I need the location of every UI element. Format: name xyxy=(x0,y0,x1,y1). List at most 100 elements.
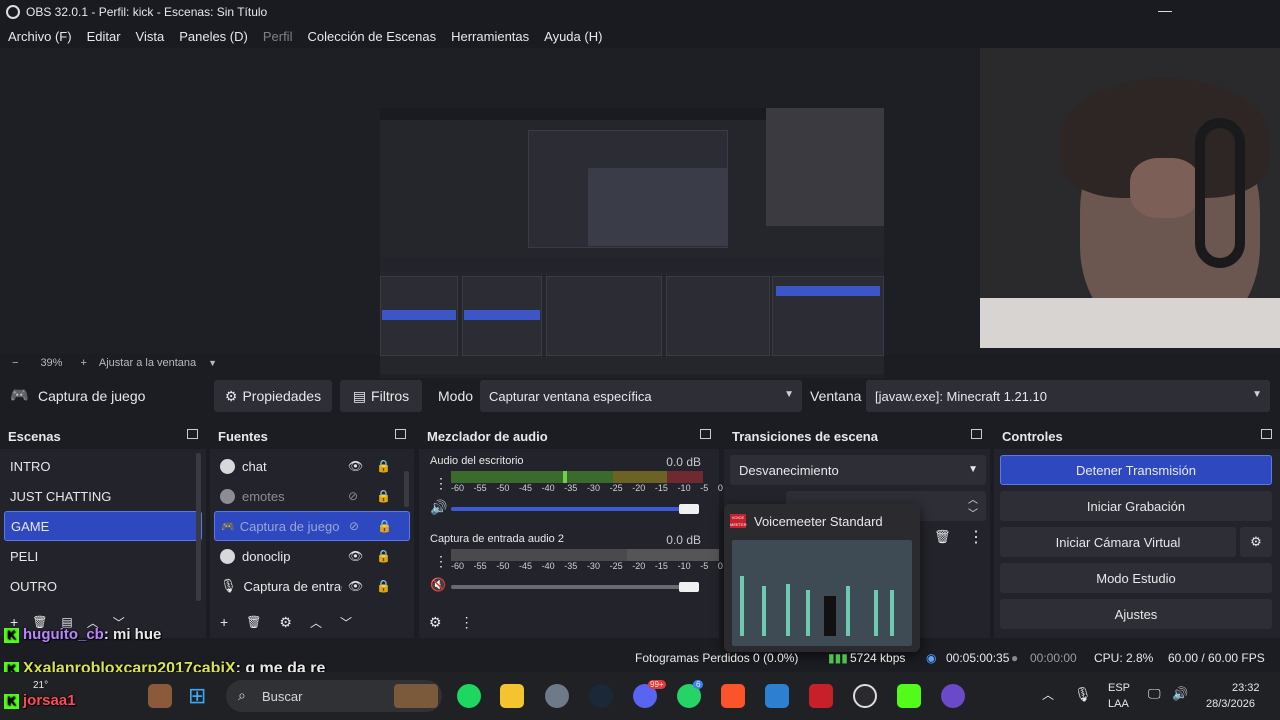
eye-hidden-icon[interactable]: ⊘ xyxy=(348,489,358,503)
brave-icon[interactable] xyxy=(721,684,745,708)
mode-select[interactable]: Capturar ventana específica ▼ xyxy=(480,380,802,412)
menu-perfil[interactable]: Perfil xyxy=(263,29,293,44)
undock-icon[interactable] xyxy=(395,429,406,439)
source-item-chat[interactable]: chat 👁 🔒 xyxy=(210,451,414,481)
gear-icon[interactable]: ⚙ xyxy=(429,614,442,631)
undock-icon[interactable] xyxy=(700,429,711,439)
steam-icon[interactable] xyxy=(589,684,613,708)
undock-icon[interactable] xyxy=(971,429,982,439)
menu-herramientas[interactable]: Herramientas xyxy=(451,29,529,44)
windows-start-icon[interactable]: ⊞ xyxy=(188,684,206,708)
speaker-icon[interactable]: 🔊 xyxy=(430,499,447,516)
minimize-button[interactable]: — xyxy=(1158,2,1172,18)
volume-slider[interactable] xyxy=(451,507,691,511)
volume-slider[interactable] xyxy=(451,585,691,589)
add-source-icon[interactable]: + xyxy=(220,614,228,630)
zoom-in-button[interactable]: + xyxy=(80,357,86,369)
muted-speaker-icon[interactable]: 🔇 xyxy=(430,577,446,593)
menu-editar[interactable]: Editar xyxy=(87,29,121,44)
volume-meter xyxy=(451,471,719,483)
weather-temp[interactable]: 21° xyxy=(33,680,48,691)
voicemeeter-taskbar-icon[interactable] xyxy=(809,684,833,708)
menu-paneles[interactable]: Paneles (D) xyxy=(179,29,248,44)
clock-time[interactable]: 23:32 xyxy=(1232,682,1260,694)
trash-icon[interactable]: 🗑 xyxy=(246,615,261,629)
spotify-icon[interactable] xyxy=(457,684,481,708)
lock-icon[interactable]: 🔒 xyxy=(377,519,392,533)
sources-footer: + 🗑 ⚙ ︿ ﹀ xyxy=(210,610,414,634)
network-icon[interactable]: 🖵 xyxy=(1148,686,1161,702)
microphone-icon[interactable]: 🎙 xyxy=(1074,686,1092,703)
undock-icon[interactable] xyxy=(1261,429,1272,439)
preview-area[interactable] xyxy=(0,48,1280,392)
volume-slider-knob[interactable] xyxy=(679,504,699,514)
eye-icon[interactable]: 👁 xyxy=(348,549,363,563)
zoom-out-button[interactable]: − xyxy=(12,357,18,369)
settings-app-icon[interactable] xyxy=(545,684,569,708)
eye-icon[interactable]: 👁 xyxy=(348,459,363,473)
move-up-icon[interactable]: ︿ xyxy=(310,614,322,631)
chevron-up-icon[interactable]: ︿ xyxy=(1042,686,1054,703)
clock-date[interactable]: 28/3/2026 xyxy=(1206,698,1255,710)
source-item-donoclip[interactable]: donoclip 👁 🔒 xyxy=(210,541,414,571)
source-item-captura-juego[interactable]: 🎮 Captura de juego ⊘ 🔒 xyxy=(214,511,410,541)
undock-icon[interactable] xyxy=(187,429,198,439)
lock-icon[interactable]: 🔒 xyxy=(376,459,391,473)
studio-mode-button[interactable]: Modo Estudio xyxy=(1000,563,1272,593)
transition-select[interactable]: Desvanecimiento ▼ xyxy=(730,455,986,485)
scene-item-outro[interactable]: OUTRO xyxy=(0,571,206,601)
kebab-icon[interactable]: ⋮ xyxy=(968,527,984,547)
search-placeholder: Buscar xyxy=(262,688,303,704)
zoom-chevron-icon[interactable]: ▼ xyxy=(208,358,217,368)
start-virtual-cam-button[interactable]: Iniciar Cámara Virtual xyxy=(1000,527,1236,557)
chevron-down-icon[interactable]: ﹀ xyxy=(968,505,978,520)
source-item-audio-input[interactable]: 🎙 Captura de entrada audio 2 👁 🔒 xyxy=(210,571,414,601)
preview-canvas[interactable] xyxy=(380,108,884,392)
language-secondary[interactable]: LAA xyxy=(1108,698,1129,710)
scene-item-game[interactable]: GAME xyxy=(4,511,202,541)
scenes-scrollbar[interactable] xyxy=(196,453,201,601)
gear-icon[interactable]: ⚙ xyxy=(279,614,292,631)
lock-icon[interactable]: 🔒 xyxy=(376,549,391,563)
kebab-icon[interactable]: ⋮ xyxy=(434,475,448,492)
lock-icon[interactable]: 🔒 xyxy=(376,489,391,503)
menu-coleccion-escenas[interactable]: Colección de Escenas xyxy=(307,29,436,44)
menu-vista[interactable]: Vista xyxy=(136,29,165,44)
menu-archivo[interactable]: Archivo (F) xyxy=(8,29,72,44)
photos-icon[interactable] xyxy=(765,684,789,708)
search-box[interactable]: ⌕ Buscar xyxy=(226,680,442,712)
scene-item-just-chatting[interactable]: JUST CHATTING xyxy=(0,481,206,511)
weather-widget-icon[interactable] xyxy=(148,684,172,708)
file-explorer-icon[interactable] xyxy=(500,684,524,708)
menu-ayuda[interactable]: Ayuda (H) xyxy=(544,29,602,44)
kick-app-icon[interactable] xyxy=(897,684,921,708)
move-down-icon[interactable]: ﹀ xyxy=(340,614,352,631)
settings-button[interactable]: Ajustes xyxy=(1000,599,1272,629)
scene-label: JUST CHATTING xyxy=(10,488,112,504)
lock-icon[interactable]: 🔒 xyxy=(376,579,391,593)
volume-slider-knob[interactable] xyxy=(679,582,699,592)
sources-scrollbar[interactable] xyxy=(404,471,409,507)
obs-taskbar-icon[interactable] xyxy=(853,684,877,708)
window-select[interactable]: [javaw.exe]: Minecraft 1.21.10 ▼ xyxy=(866,380,1270,412)
volume-icon[interactable]: 🔊 xyxy=(1172,686,1188,702)
eye-icon[interactable]: 👁 xyxy=(348,579,363,593)
start-recording-button[interactable]: Iniciar Grabación xyxy=(1000,491,1272,521)
trash-icon[interactable]: 🗑 xyxy=(934,529,951,545)
fit-to-window[interactable]: Ajustar a la ventana xyxy=(99,357,196,369)
source-item-emotes[interactable]: emotes ⊘ 🔒 xyxy=(210,481,414,511)
eye-hidden-icon[interactable]: ⊘ xyxy=(349,519,359,533)
stop-stream-button[interactable]: Detener Transmisión xyxy=(1000,455,1272,485)
language-primary[interactable]: ESP xyxy=(1108,682,1130,694)
virtual-cam-settings-button[interactable]: ⚙ xyxy=(1240,527,1272,557)
scene-item-peli[interactable]: PELI xyxy=(0,541,206,571)
kebab-icon[interactable]: ⋮ xyxy=(434,553,448,570)
filters-button[interactable]: ▤ Filtros xyxy=(340,380,422,412)
chevron-up-icon[interactable]: ︿ xyxy=(968,491,978,506)
react-app-icon[interactable] xyxy=(941,684,965,708)
voicemeeter-preview-popup[interactable]: VOICE MEETER Voicemeeter Standard xyxy=(724,504,920,652)
voicemeeter-thumbnail[interactable] xyxy=(732,540,912,646)
scene-item-intro[interactable]: INTRO xyxy=(0,451,206,481)
kebab-icon[interactable]: ⋮ xyxy=(460,614,474,631)
properties-button[interactable]: ⚙ Propiedades xyxy=(214,380,332,412)
